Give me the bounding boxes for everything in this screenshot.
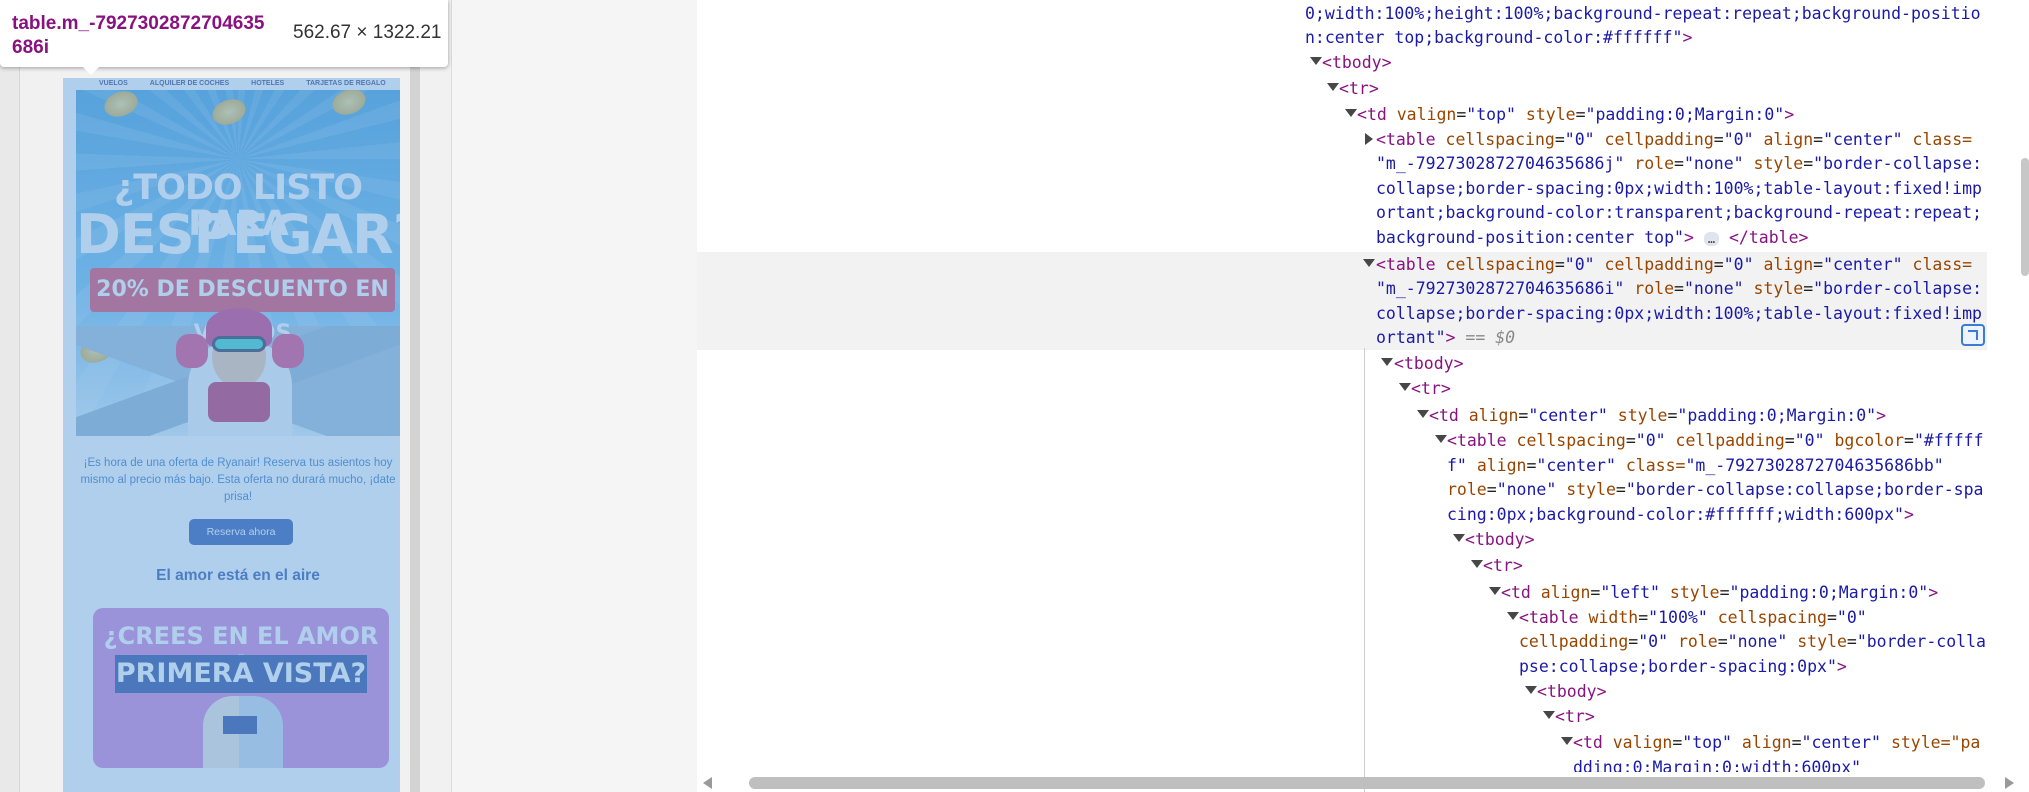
panel-gutter	[452, 0, 697, 792]
offer-copy-line: prisa!	[223, 491, 253, 503]
expand-toggle-icon[interactable]	[1381, 358, 1393, 366]
nav-hotels[interactable]: HOTELES	[251, 80, 284, 87]
offer-copy-line: ¡Es hora de una oferta de Ryanair! Reser…	[83, 457, 393, 469]
preview-left-strip	[0, 0, 20, 792]
nav-car-rental[interactable]: ALQUILER DE COCHES	[150, 80, 229, 87]
expand-toggle-icon[interactable]	[1561, 737, 1573, 745]
page-preview-pane: VUELOS ALQUILER DE COCHES HOTELES TARJET…	[0, 0, 452, 792]
dom-line[interactable]: dding:0;Margin:0;width:600px"	[1573, 756, 1861, 772]
dom-node-td[interactable]: <td align="left" style="padding:0;Margin…	[1501, 581, 1938, 606]
dom-node-tbody[interactable]: <tbody>	[1322, 51, 1392, 76]
scroll-left-icon[interactable]	[703, 777, 712, 789]
expand-toggle-icon[interactable]	[1453, 534, 1465, 542]
expand-toggle-icon[interactable]	[1345, 109, 1357, 117]
dom-line[interactable]: collapse;border-spacing:0px;width:100%;t…	[1376, 302, 1982, 327]
selected-node-marker: == $0	[1465, 328, 1516, 347]
dom-line[interactable]: "m_-7927302872704635686j" role="none" st…	[1376, 152, 1982, 177]
devtools-window: VUELOS ALQUILER DE COCHES HOTELES TARJET…	[0, 0, 2029, 792]
skier-goggles	[212, 336, 266, 352]
dom-line[interactable]: ortant;background-color:transparent;back…	[1376, 201, 1982, 226]
tooltip-dimensions: 562.67 × 1322.21	[293, 22, 442, 43]
inspect-tooltip: table.m_-7927302872704635 686i 562.67 × …	[0, 0, 448, 75]
dom-line[interactable]: cellpadding="0" role="none" style="borde…	[1519, 630, 1986, 655]
dom-node-td[interactable]: <td align="center" style="padding:0;Marg…	[1429, 404, 1886, 429]
offer-copy-line: mismo al precio más bajo. Esta oferta no…	[80, 474, 396, 486]
attr-value: 0;width:100%;height:100%;background-repe…	[1305, 4, 1981, 23]
dom-node-tr[interactable]: <tr>	[1555, 705, 1595, 730]
attr-value: n:center top;background-color:#ffffff"	[1305, 28, 1683, 47]
dom-line[interactable]: ortant"> == $0	[1376, 326, 1515, 351]
dom-node-tr[interactable]: <tr>	[1411, 377, 1451, 402]
skier-glove	[176, 334, 208, 368]
love-promo-banner[interactable]: ¿CREES EN EL AMOR A PRIMERA VISTA?	[93, 608, 389, 768]
tooltip-arrow	[83, 67, 99, 75]
expand-toggle-icon[interactable]	[1435, 435, 1447, 443]
email-preview: VUELOS ALQUILER DE COCHES HOTELES TARJET…	[63, 78, 400, 792]
node-action-icon[interactable]	[1961, 324, 1985, 346]
dom-line[interactable]: n:center top;background-color:#ffffff">	[1305, 26, 1692, 51]
dom-line[interactable]: cing:0px;background-color:#ffffff;width:…	[1447, 503, 1914, 528]
expand-toggle-icon[interactable]	[1310, 57, 1322, 65]
hero-discount-badge: 20% DE DESCUENTO EN VUELOS	[90, 268, 395, 346]
dom-node-tbody[interactable]: <tbody>	[1465, 528, 1535, 553]
hero-banner[interactable]: ¿TODO LISTO PARA DESPEGAR? 20% DE DESCUE…	[76, 90, 400, 436]
offer-copy: ¡Es hora de una oferta de Ryanair! Reser…	[76, 455, 400, 506]
expand-toggle-icon[interactable]	[1471, 560, 1483, 568]
dom-node-td[interactable]: <td valign="top" style="padding:0;Margin…	[1357, 103, 1794, 128]
promo-headline-2: PRIMERA VISTA?	[115, 655, 367, 693]
skier-glove	[272, 334, 304, 368]
expand-toggle-icon[interactable]	[1489, 587, 1501, 595]
dom-node-tr[interactable]: <tr>	[1483, 554, 1523, 579]
expand-toggle-icon[interactable]	[1543, 711, 1555, 719]
email-nav: VUELOS ALQUILER DE COCHES HOTELES TARJET…	[63, 78, 400, 88]
boarding-card-image	[223, 716, 257, 734]
indent-guide	[1364, 348, 1365, 792]
expand-toggle-icon[interactable]	[1525, 686, 1537, 694]
dom-line[interactable]: background-position:center top"> … </tab…	[1376, 226, 1808, 251]
dom-line[interactable]: "m_-7927302872704635686i" role="none" st…	[1376, 277, 1982, 302]
expand-toggle-icon[interactable]	[1327, 83, 1339, 91]
scroll-right-icon[interactable]	[2005, 777, 2014, 789]
collapsed-ellipsis-button[interactable]: …	[1703, 231, 1720, 246]
love-subheading: El amor está en el aire	[156, 567, 320, 584]
tooltip-selector-line: 686i	[12, 37, 49, 58]
dom-line[interactable]: role="none" style="border-collapse:colla…	[1447, 478, 1983, 503]
dom-node-tbody[interactable]: <tbody>	[1537, 680, 1607, 705]
expand-toggle-icon[interactable]	[1417, 410, 1429, 418]
dom-node-table[interactable]: <table cellspacing="0" cellpadding="0" b…	[1447, 429, 1984, 454]
expand-toggle-icon[interactable]	[1363, 259, 1375, 267]
vertical-scrollbar-thumb[interactable]	[2021, 158, 2029, 276]
nav-gift-cards[interactable]: TARJETAS DE REGALO	[306, 80, 385, 87]
expand-toggle-icon[interactable]	[1507, 612, 1519, 620]
expand-toggle-icon[interactable]	[1399, 383, 1411, 391]
hero-headline-2: DESPEGAR?	[76, 203, 400, 266]
dom-node-tr[interactable]: <tr>	[1339, 77, 1379, 102]
dom-node-td[interactable]: <td valign="top" align="center" style="p…	[1573, 731, 1980, 756]
dom-line[interactable]: 0;width:100%;height:100%;background-repe…	[1305, 2, 1981, 27]
horizontal-scrollbar-thumb[interactable]	[749, 777, 1985, 789]
tooltip-selector-line: table.m_-7927302872704635	[12, 13, 265, 34]
dom-node-tbody[interactable]: <tbody>	[1394, 352, 1464, 377]
tooltip-selector: table.m_-7927302872704635 686i	[12, 12, 265, 60]
collapse-toggle-icon[interactable]	[1365, 133, 1373, 145]
dom-line[interactable]: pse:collapse;border-spacing:0px">	[1519, 655, 1847, 680]
dom-line[interactable]: f" align="center" class="m_-792730287270…	[1447, 454, 1944, 479]
dom-line[interactable]: collapse;border-spacing:0px;width:100%;t…	[1376, 177, 1982, 202]
dom-node-table[interactable]: <table width="100%" cellspacing="0"	[1519, 606, 1867, 631]
skier-scarf	[208, 382, 270, 422]
elements-panel: 0;width:100%;height:100%;background-repe…	[697, 0, 2029, 792]
nav-flights[interactable]: VUELOS	[99, 80, 128, 87]
dom-node-table-selected[interactable]: <table cellspacing="0" cellpadding="0" a…	[1376, 253, 1972, 278]
reserve-now-button[interactable]: Reserva ahora	[189, 519, 293, 545]
dom-node-table[interactable]: <table cellspacing="0" cellpadding="0" a…	[1376, 128, 1972, 153]
preview-scrollbar[interactable]	[410, 0, 420, 792]
